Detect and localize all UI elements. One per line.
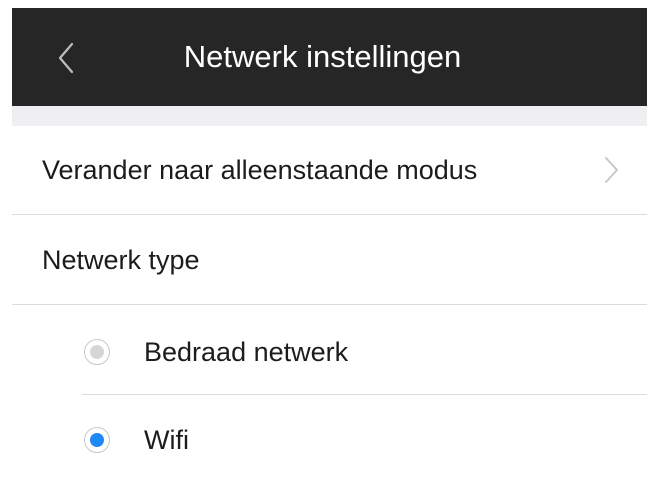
section-gap	[12, 106, 647, 126]
navigation-bar: Netwerk instellingen	[12, 8, 647, 106]
divider	[12, 304, 647, 305]
standalone-mode-row[interactable]: Verander naar alleenstaande modus	[12, 126, 647, 214]
network-type-label: Netwerk type	[42, 245, 200, 275]
standalone-mode-label: Verander naar alleenstaande modus	[42, 155, 478, 185]
network-option-label: Bedraad netwerk	[144, 337, 349, 367]
status-strip	[0, 0, 647, 8]
network-option-wired[interactable]: Bedraad netwerk	[12, 308, 647, 396]
radio-selected-icon[interactable]	[84, 427, 110, 453]
chevron-right-icon	[605, 157, 618, 183]
network-option-wifi[interactable]: Wifi	[12, 396, 647, 484]
network-type-row: Netwerk type	[12, 216, 647, 304]
divider	[82, 394, 647, 395]
radio-unselected-icon[interactable]	[84, 339, 110, 365]
page-title: Netwerk instellingen	[183, 39, 462, 74]
divider	[12, 214, 647, 215]
network-option-label: Wifi	[144, 425, 189, 455]
